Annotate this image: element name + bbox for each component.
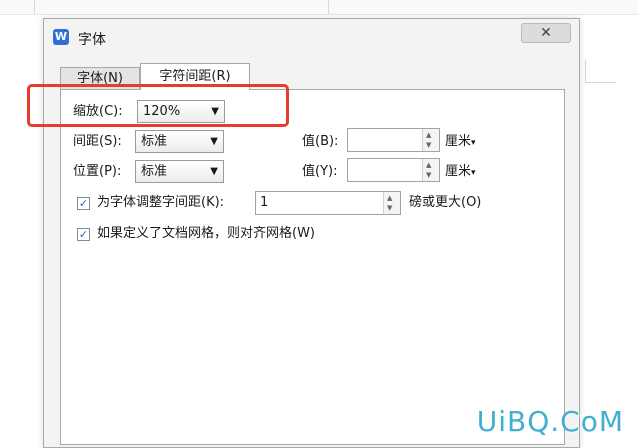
check-icon: ✓ — [78, 197, 89, 210]
position-unit: 厘米 — [445, 164, 472, 179]
spin-buttons: ▲ ▼ — [383, 192, 400, 214]
chevron-down-icon: ▼ — [210, 136, 218, 147]
position-value-spinbox[interactable]: ▲ ▼ — [347, 158, 440, 182]
wps-writer-icon: W — [53, 29, 69, 45]
position-value-label: 值(Y): — [302, 164, 338, 179]
spin-up-icon[interactable]: ▲ — [426, 131, 431, 139]
spacing-label: 间距(S): — [73, 134, 122, 149]
snap-to-grid-label: 如果定义了文档网格，则对齐网格(W) — [97, 226, 315, 241]
spin-down-icon[interactable]: ▼ — [426, 141, 431, 149]
font-dialog: W 字体 ✕ 字体(N) 字符间距(R) 缩放(C): 120% ▼ 间距(S)… — [43, 18, 580, 448]
kerning-label: 为字体调整字间距(K): — [97, 195, 225, 210]
toolbar-divider — [328, 0, 329, 14]
check-icon: ✓ — [78, 228, 89, 241]
close-icon: ✕ — [540, 25, 552, 41]
kerning-value-input[interactable]: 1 — [260, 195, 268, 210]
watermark-text: UiBQ.CoM — [476, 405, 624, 438]
background-toolbar-strip — [0, 0, 638, 15]
spacing-value-spinbox[interactable]: ▲ ▼ — [347, 128, 440, 152]
toolbar-divider — [34, 0, 35, 14]
position-value: 标准 — [141, 164, 168, 179]
snap-to-grid-checkbox[interactable]: ✓ — [77, 228, 90, 241]
position-unit-dropdown[interactable]: 厘米▾ — [445, 163, 476, 182]
spin-buttons: ▲ ▼ — [422, 159, 439, 181]
chevron-down-icon: ▾ — [471, 168, 476, 178]
kerning-suffix: 磅或更大(O) — [409, 195, 482, 210]
spacing-unit: 厘米 — [445, 134, 472, 149]
spacing-value-label: 值(B): — [302, 134, 339, 149]
spacing-value: 标准 — [141, 134, 168, 149]
spacing-unit-dropdown[interactable]: 厘米▾ — [445, 133, 476, 152]
chevron-down-icon: ▾ — [471, 138, 476, 148]
kerning-checkbox[interactable]: ✓ — [77, 197, 90, 210]
close-button[interactable]: ✕ — [521, 23, 571, 43]
spin-down-icon[interactable]: ▼ — [426, 171, 431, 179]
character-spacing-panel: 缩放(C): 120% ▼ 间距(S): 标准 ▼ 值(B): ▲ ▼ 厘米▾ … — [60, 89, 565, 445]
spin-buttons: ▲ ▼ — [422, 129, 439, 151]
spin-up-icon[interactable]: ▲ — [426, 161, 431, 169]
page-corner-mark — [585, 60, 616, 83]
position-dropdown[interactable]: 标准 ▼ — [135, 160, 224, 183]
dialog-title: 字体 — [78, 32, 106, 48]
chevron-down-icon: ▼ — [210, 166, 218, 177]
dialog-titlebar: W 字体 ✕ — [44, 19, 579, 57]
annotation-highlight-box — [27, 84, 289, 127]
spacing-dropdown[interactable]: 标准 ▼ — [135, 130, 224, 153]
position-label: 位置(P): — [73, 164, 122, 179]
kerning-spinbox[interactable]: 1 ▲ ▼ — [255, 191, 401, 215]
spin-up-icon[interactable]: ▲ — [387, 194, 392, 202]
spin-down-icon[interactable]: ▼ — [387, 204, 392, 212]
